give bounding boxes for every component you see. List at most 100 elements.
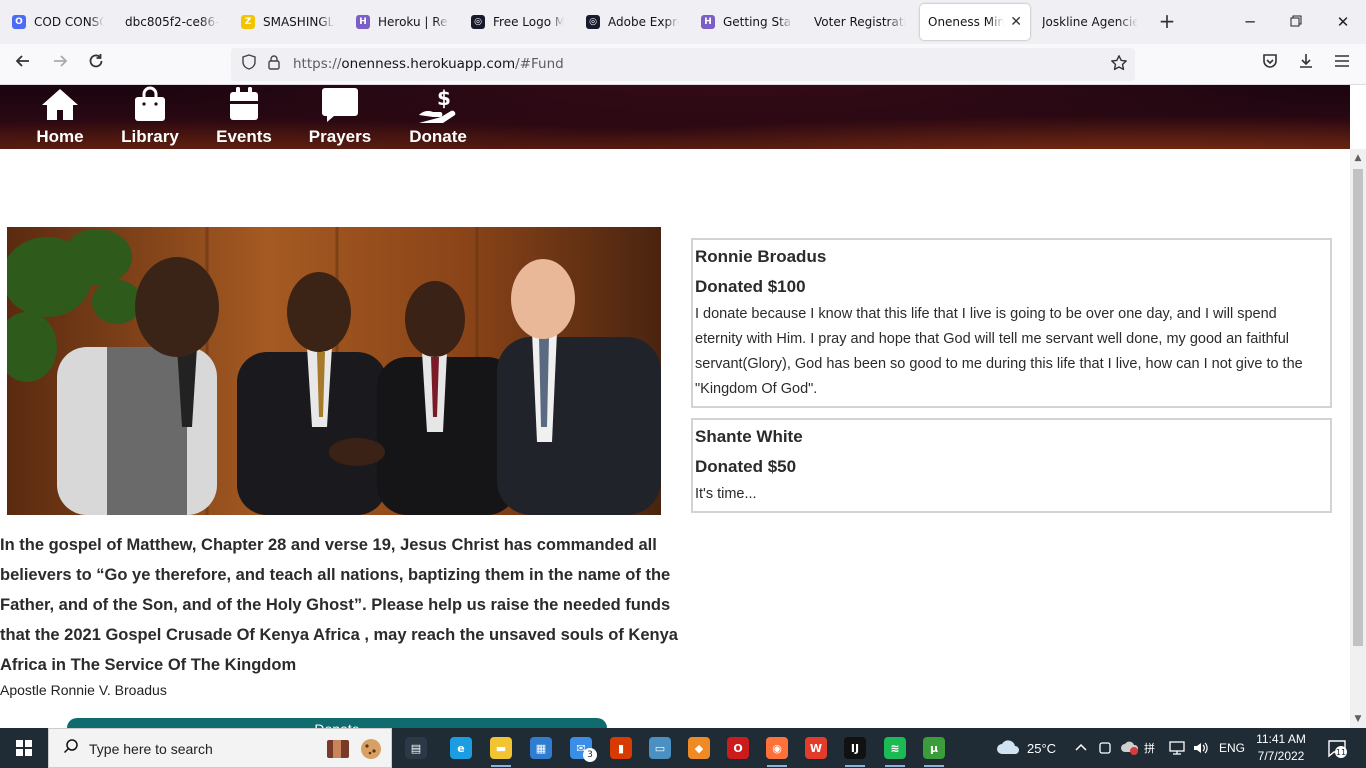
language-indicator[interactable]: ENG bbox=[1219, 728, 1245, 768]
task-view-icon[interactable]: ▤ bbox=[400, 732, 432, 764]
tab-title: COD CONSOLE bbox=[34, 15, 104, 29]
tab-title: dbc805f2-ce86-43 bbox=[125, 15, 219, 29]
app-glyph: µ bbox=[923, 737, 945, 759]
onedrive-error-icon[interactable] bbox=[1120, 728, 1140, 768]
nav-donate[interactable]: $ Donate bbox=[405, 85, 471, 149]
close-window-icon[interactable]: ✕ bbox=[1331, 10, 1355, 34]
intellij-icon[interactable]: IJ bbox=[839, 732, 871, 767]
store-icon[interactable]: ▦ bbox=[525, 732, 557, 764]
navigation-toolbar: https://onenness.herokuapp.com/#Fund bbox=[0, 44, 1366, 85]
search-placeholder: Type here to search bbox=[89, 741, 213, 757]
taskbar-search-box[interactable]: Type here to search bbox=[48, 728, 392, 768]
edge-icon[interactable]: e bbox=[445, 732, 477, 764]
cloud-icon bbox=[995, 737, 1021, 760]
browser-tab[interactable]: Z SMASHINGLOGO bbox=[233, 4, 342, 40]
restore-icon[interactable] bbox=[1284, 10, 1308, 34]
app-glyph: ≋ bbox=[884, 737, 906, 759]
author-signature: Apostle Ronnie V. Broadus bbox=[0, 682, 167, 698]
tab-close-icon[interactable]: ✕ bbox=[1010, 14, 1022, 30]
site-navigation: Home Library Events Prayers $ Donate bbox=[0, 85, 1350, 149]
sublime-icon[interactable]: ◆ bbox=[683, 732, 715, 764]
tracking-shield-icon[interactable] bbox=[239, 54, 259, 74]
weather-widget[interactable]: 25°C bbox=[995, 728, 1056, 768]
search-icon bbox=[61, 738, 81, 758]
browser-tab[interactable]: ◎ Adobe Express bbox=[578, 4, 687, 40]
pocket-icon[interactable] bbox=[1257, 52, 1283, 78]
tab-favicon-icon: ◎ bbox=[586, 15, 600, 29]
file-explorer-icon[interactable]: ▬ bbox=[485, 732, 517, 767]
browser-tab[interactable]: ◎ Free Logo Maker bbox=[463, 4, 572, 40]
back-arrow-icon[interactable] bbox=[10, 52, 36, 78]
tab-title: Joskline Agencies bbox=[1042, 15, 1138, 29]
tab-title: Voter Registration bbox=[814, 15, 906, 29]
opera-icon[interactable]: O bbox=[722, 732, 754, 764]
tab-favicon-icon: ◎ bbox=[471, 15, 485, 29]
mail-badge: 3 bbox=[583, 748, 597, 762]
browser-tab[interactable]: Voter Registration bbox=[806, 4, 914, 40]
app-glyph: ◆ bbox=[688, 737, 710, 759]
calendar-icon bbox=[214, 85, 274, 125]
app-glyph: O bbox=[727, 737, 749, 759]
browser-tab[interactable]: O COD CONSOLE bbox=[4, 4, 112, 40]
nav-label: Library bbox=[121, 127, 179, 146]
spotify-icon[interactable]: ≋ bbox=[879, 732, 911, 767]
browser-tab[interactable]: Joskline Agencies bbox=[1034, 4, 1146, 40]
scrollbar-thumb[interactable] bbox=[1353, 169, 1363, 646]
notification-center-icon[interactable]: 11 bbox=[1322, 728, 1352, 768]
nav-events[interactable]: Events bbox=[214, 85, 274, 149]
scroll-up-arrow-icon[interactable]: ▲ bbox=[1350, 151, 1366, 165]
page-viewport: Home Library Events Prayers $ Donate In … bbox=[0, 85, 1350, 728]
nav-library[interactable]: Library bbox=[117, 85, 183, 149]
tab-favicon-icon: H bbox=[356, 15, 370, 29]
remote-desktop-icon[interactable]: ▭ bbox=[644, 732, 676, 764]
scroll-down-arrow-icon[interactable]: ▼ bbox=[1350, 712, 1366, 726]
tab-favicon-icon: O bbox=[12, 15, 26, 29]
system-clock[interactable]: 11:41 AM 7/7/2022 bbox=[1250, 731, 1312, 765]
clock-date: 7/7/2022 bbox=[1257, 749, 1305, 763]
browser-tab[interactable]: Oneness Ministry ✕ bbox=[920, 4, 1030, 40]
donate-hand-icon: $ bbox=[405, 85, 471, 125]
svg-text:$: $ bbox=[437, 86, 451, 110]
new-tab-plus-icon[interactable]: + bbox=[1155, 9, 1179, 35]
meet-now-icon[interactable] bbox=[1098, 728, 1112, 768]
browser-tab[interactable]: H Heroku | Reset bbox=[348, 4, 457, 40]
tab-title: Oneness Ministry bbox=[928, 15, 1005, 29]
address-bar[interactable]: https://onenness.herokuapp.com/#Fund bbox=[231, 48, 1135, 81]
forward-arrow-icon[interactable] bbox=[47, 52, 73, 78]
donate-button[interactable]: Donate bbox=[67, 718, 607, 728]
app-glyph: IJ bbox=[844, 737, 866, 759]
bookmark-star-icon[interactable] bbox=[1109, 54, 1129, 74]
lock-icon[interactable] bbox=[265, 54, 283, 74]
network-icon[interactable] bbox=[1168, 728, 1186, 768]
donation-card: Ronnie Broadus Donated $100 I donate bec… bbox=[691, 238, 1332, 408]
tab-title: Heroku | Reset bbox=[378, 15, 449, 29]
browser-tab[interactable]: H Getting Started bbox=[693, 4, 800, 40]
page-scrollbar[interactable]: ▲ ▼ bbox=[1350, 149, 1366, 728]
app-glyph: ▬ bbox=[490, 737, 512, 759]
app-glyph: e bbox=[450, 737, 472, 759]
ime-icon[interactable]: 拼 bbox=[1144, 728, 1155, 768]
url-path: /#Fund bbox=[515, 56, 564, 72]
reload-icon[interactable] bbox=[83, 52, 109, 78]
minimize-icon[interactable]: ─ bbox=[1238, 10, 1262, 34]
crusade-team-photo bbox=[7, 227, 661, 515]
nav-prayers[interactable]: Prayers bbox=[306, 85, 374, 149]
utorrent-icon[interactable]: µ bbox=[918, 732, 950, 767]
start-windows-icon[interactable] bbox=[0, 728, 48, 768]
app-glyph: W bbox=[805, 737, 827, 759]
volume-icon[interactable] bbox=[1192, 728, 1210, 768]
show-hidden-icons-chevron-icon[interactable] bbox=[1074, 728, 1088, 768]
nav-label: Prayers bbox=[308, 127, 372, 146]
mail-icon[interactable]: ✉ 3 bbox=[565, 732, 597, 764]
wps-icon[interactable]: W bbox=[800, 732, 832, 764]
tab-title: Free Logo Maker bbox=[493, 15, 564, 29]
app-glyph: ▮ bbox=[610, 737, 632, 759]
firefox-icon[interactable]: ◉ bbox=[761, 732, 793, 767]
menu-hamburger-icon[interactable] bbox=[1329, 52, 1355, 78]
nav-home[interactable]: Home bbox=[34, 85, 86, 149]
office-icon[interactable]: ▮ bbox=[605, 732, 637, 764]
app-glyph: ◉ bbox=[766, 737, 788, 759]
browser-tab[interactable]: dbc805f2-ce86-43 bbox=[117, 4, 227, 40]
url-text[interactable]: https://onenness.herokuapp.com/#Fund bbox=[293, 56, 564, 72]
download-icon[interactable] bbox=[1293, 52, 1319, 78]
